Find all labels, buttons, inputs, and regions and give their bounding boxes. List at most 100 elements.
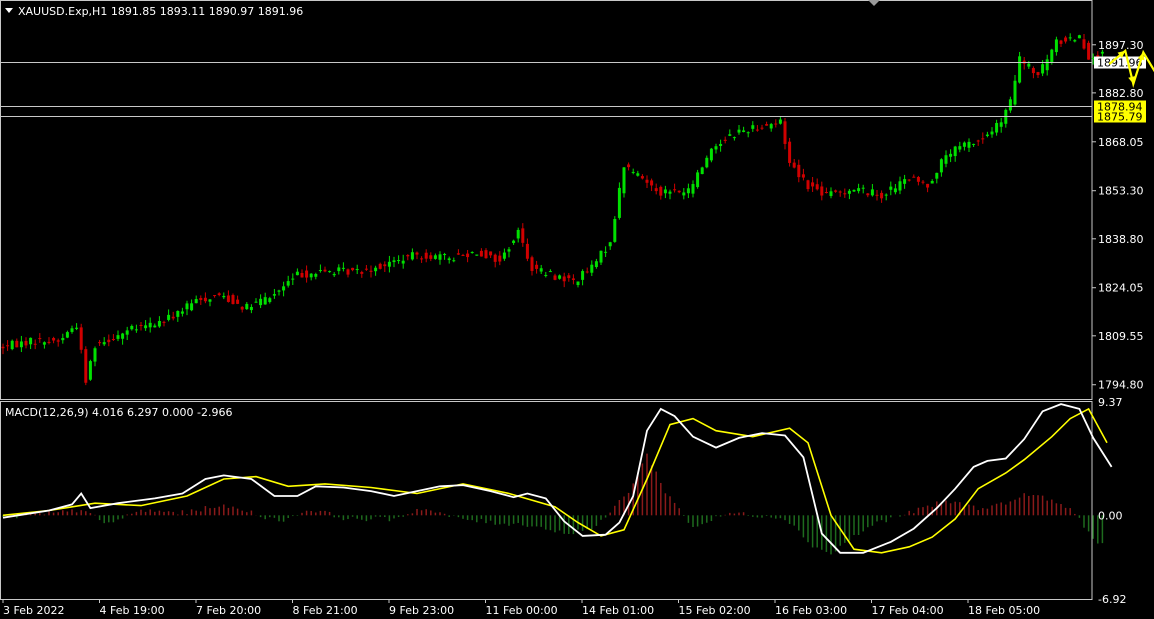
candle-body [985, 134, 989, 137]
candle-body [636, 173, 640, 176]
candle-body [912, 176, 916, 178]
candle-body [93, 348, 97, 362]
x-tick-label: 4 Feb 19:00 [100, 604, 165, 617]
symbol-menu-icon[interactable] [5, 8, 13, 13]
candle-body [167, 314, 171, 320]
price-tag-label: 1875.79 [1097, 111, 1143, 124]
candle-body [893, 188, 897, 193]
candle-body [880, 192, 884, 199]
candle-body [553, 275, 557, 280]
candle-body [783, 121, 787, 144]
y-tick-label: 1838.80 [1098, 233, 1144, 246]
candle-body [953, 146, 957, 157]
candle-body [148, 322, 152, 328]
indicator-lines [2, 403, 1113, 554]
candle-body [949, 153, 953, 157]
candle-body [1041, 64, 1045, 74]
candle-body [700, 167, 704, 175]
candle-body [65, 332, 69, 338]
candle-body [535, 264, 539, 269]
candle-body [42, 342, 46, 345]
candle-body [558, 275, 562, 279]
candle-body [548, 271, 552, 273]
candle-body [709, 148, 713, 161]
candle-body [125, 330, 129, 335]
macd-main-line [2, 403, 1113, 554]
candle-body [1087, 42, 1091, 60]
trading-chart[interactable]: 1891.961878.941875.79 1897.30 1882.80 1868… [0, 0, 1154, 619]
candle-body [815, 184, 819, 190]
candle-body [778, 119, 782, 124]
candle-body [443, 254, 447, 256]
candle-body [631, 171, 635, 173]
horizontal-lines[interactable]: 1891.961878.941875.79 [0, 56, 1146, 124]
y-tick-label: 1882.80 [1098, 87, 1144, 100]
candle-body [130, 325, 134, 330]
candle-body [903, 179, 907, 184]
candle-body [144, 325, 148, 329]
candle-body [594, 261, 598, 268]
x-tick-label: 3 Feb 2022 [3, 604, 64, 617]
candle-body [259, 298, 263, 306]
candle-body [774, 123, 778, 125]
candle-body [341, 267, 345, 269]
candle-body [995, 122, 999, 133]
macd-y-tick-label: -6.92 [1098, 593, 1126, 606]
candle-body [516, 229, 520, 239]
candle-body [15, 340, 19, 348]
candle-body [645, 179, 649, 183]
candle-body [33, 343, 37, 345]
candle-body [673, 189, 677, 191]
candle-body [1008, 99, 1012, 111]
candle-body [617, 187, 621, 218]
candle-body [829, 191, 833, 196]
candle-body [461, 255, 465, 257]
candle-body [6, 345, 10, 347]
candle-body [866, 193, 870, 196]
scroll-marker-icon[interactable] [868, 0, 880, 6]
candle-body [134, 329, 138, 331]
candle-body [930, 180, 934, 184]
x-tick-label: 8 Feb 21:00 [293, 604, 358, 617]
candle-body [843, 193, 847, 195]
candle-body [401, 260, 405, 264]
candle-body [84, 349, 88, 383]
candle-body [102, 342, 106, 345]
candle-body [415, 252, 419, 255]
candle-body [797, 164, 801, 178]
candle-body [162, 321, 166, 323]
candle-body [627, 164, 631, 168]
candle-body [222, 295, 226, 298]
candle-body [521, 228, 525, 243]
candle-body [806, 180, 810, 190]
candle-body [24, 340, 28, 346]
candle-body [231, 295, 235, 305]
candle-body [378, 263, 382, 269]
candle-body [199, 298, 203, 301]
candle-body [475, 254, 479, 256]
candle-body [847, 190, 851, 194]
candle-body [530, 257, 534, 271]
candle-body [56, 340, 60, 342]
candle-body [351, 267, 355, 271]
candle-body [295, 271, 299, 276]
candle-body [364, 268, 368, 270]
candle-body [935, 172, 939, 179]
candle-body [691, 184, 695, 194]
candle-body [857, 188, 861, 192]
candle-body [590, 264, 594, 273]
candle-body [1013, 80, 1017, 105]
candle-body [1, 346, 5, 349]
candle-body [346, 269, 350, 275]
candle-body [157, 321, 161, 327]
x-tick-label: 17 Feb 04:00 [872, 604, 944, 617]
candle-body [452, 260, 456, 262]
candle-body [447, 258, 451, 261]
candle-body [714, 146, 718, 150]
candle-body [737, 129, 741, 133]
x-tick-label: 18 Feb 05:00 [968, 604, 1040, 617]
macd-histogram [2, 453, 1104, 555]
candle-body [921, 181, 925, 183]
candle-body [939, 159, 943, 173]
candle-body [139, 324, 143, 326]
